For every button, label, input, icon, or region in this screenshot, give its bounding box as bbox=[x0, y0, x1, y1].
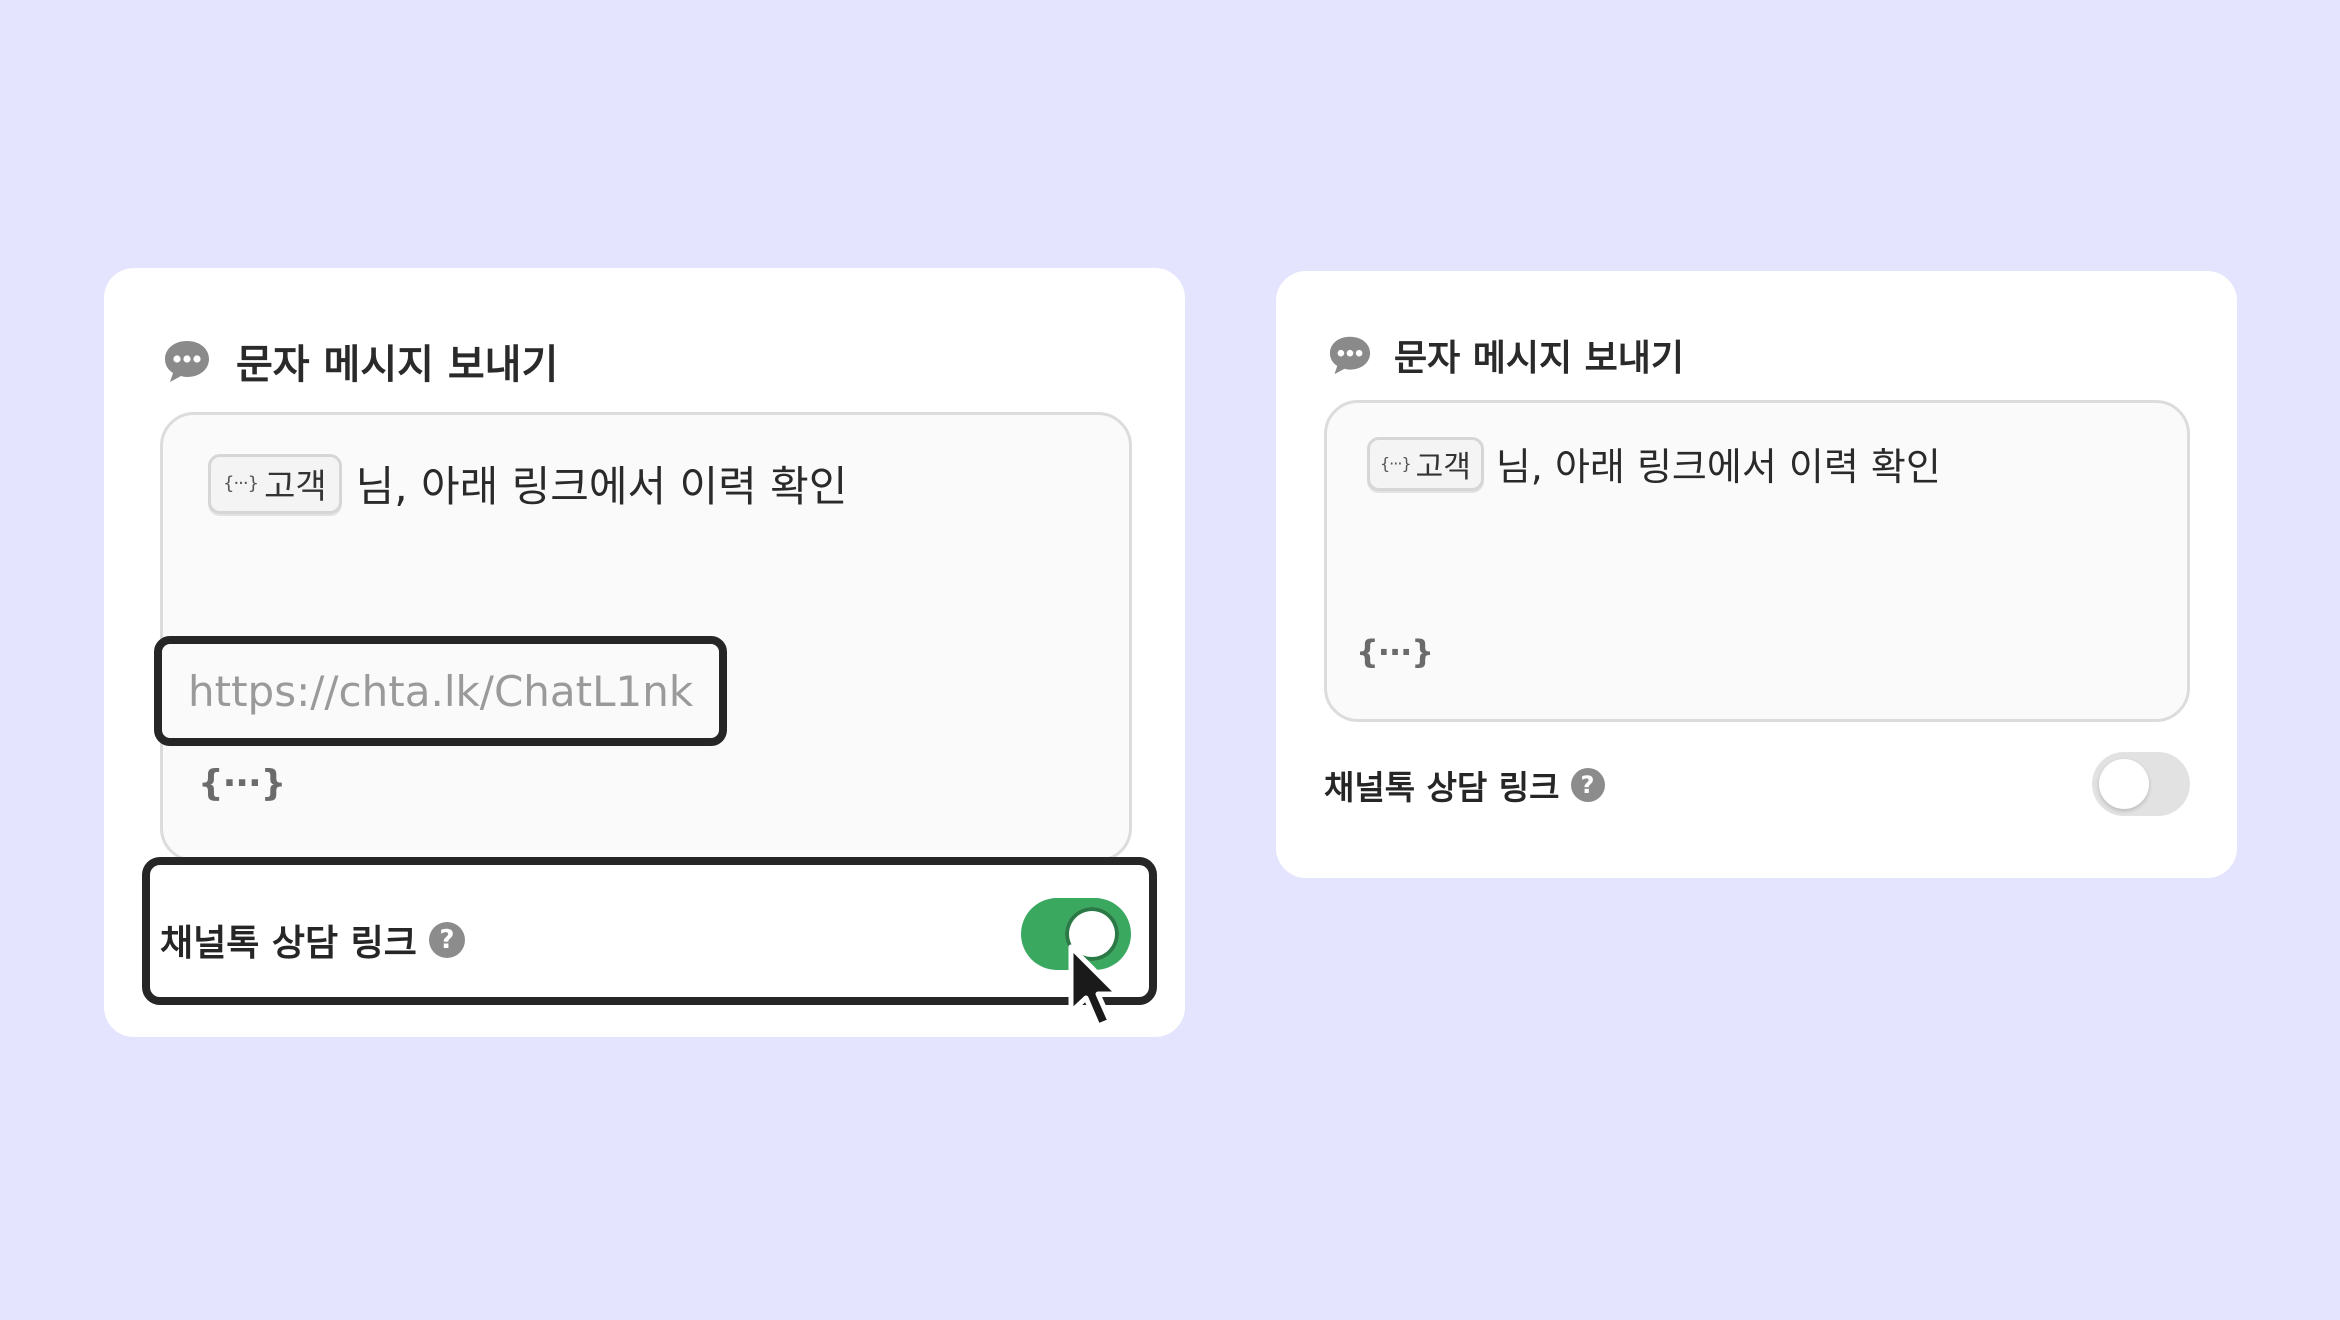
help-icon[interactable]: ? bbox=[1570, 768, 1605, 802]
panel-title: 문자 메시지 보내기 bbox=[1394, 338, 1685, 379]
variable-braces-icon: {···} bbox=[223, 473, 259, 494]
sms-panel-off: 문자 메시지 보내기 {···} 고객 님, 아래 링크에서 이력 확인 {··… bbox=[1276, 271, 2237, 878]
variable-insert-button[interactable]: {···} bbox=[198, 763, 286, 804]
message-text: 님, 아래 링크에서 이력 확인 bbox=[1495, 445, 1941, 489]
message-text: 님, 아래 링크에서 이력 확인 bbox=[355, 462, 848, 511]
message-line: {···} 고객 님, 아래 링크에서 이력 확인 bbox=[1367, 436, 1941, 491]
chat-link-toggle[interactable] bbox=[2092, 752, 2190, 816]
chat-link-setting: 채널톡 상담 링크 ? bbox=[1324, 761, 1605, 809]
variable-chip-label: 고객 bbox=[1415, 449, 1471, 485]
chat-link-setting: 채널톡 상담 링크 ? bbox=[160, 914, 465, 966]
chat-link-url[interactable]: https://chta.lk/ChatL1nk bbox=[188, 667, 693, 716]
toggle-knob bbox=[2099, 759, 2149, 809]
variable-chip[interactable]: {···} 고객 bbox=[208, 453, 342, 514]
help-icon[interactable]: ? bbox=[428, 922, 465, 958]
setting-label: 채널톡 상담 링크 bbox=[160, 923, 417, 964]
panel-header: 문자 메시지 보내기 bbox=[1327, 329, 1684, 381]
message-editor[interactable]: {···} 고객 님, 아래 링크에서 이력 확인 {···} bbox=[1324, 400, 2190, 722]
sms-panel-on: 문자 메시지 보내기 {···} 고객 님, 아래 링크에서 이력 확인 {··… bbox=[104, 268, 1185, 1037]
variable-chip[interactable]: {···} 고객 bbox=[1367, 436, 1484, 491]
url-highlight-frame: https://chta.lk/ChatL1nk bbox=[154, 636, 727, 746]
chat-bubble-icon bbox=[1327, 334, 1373, 376]
mouse-pointer-icon bbox=[1068, 944, 1121, 1029]
panel-header: 문자 메시지 보내기 bbox=[162, 332, 558, 390]
variable-insert-button[interactable]: {···} bbox=[1356, 633, 1434, 671]
variable-braces-icon: {···} bbox=[1380, 454, 1412, 473]
setting-label: 채널톡 상담 링크 bbox=[1324, 768, 1560, 807]
chat-bubble-icon bbox=[162, 338, 212, 384]
message-line: {···} 고객 님, 아래 링크에서 이력 확인 bbox=[208, 453, 847, 514]
variable-chip-label: 고객 bbox=[264, 467, 327, 507]
panel-title: 문자 메시지 보내기 bbox=[236, 342, 559, 388]
